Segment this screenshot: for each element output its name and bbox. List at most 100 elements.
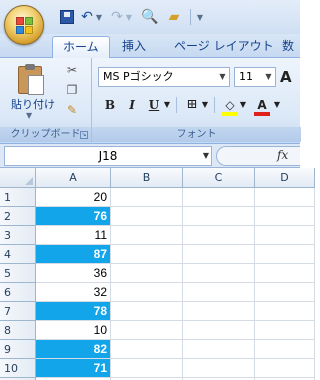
undo-icon[interactable]: ↶	[80, 7, 94, 27]
font-size-combo[interactable]: 11 ▼	[234, 67, 276, 87]
tab-formulas[interactable]: 数式	[282, 36, 300, 74]
font-name-combo[interactable]: MS Pゴシック ▼	[98, 67, 230, 87]
grow-font-icon[interactable]: A	[280, 66, 302, 88]
office-button[interactable]	[4, 5, 44, 45]
formula-input[interactable]: fx	[216, 146, 300, 166]
cell-c3[interactable]	[183, 226, 255, 245]
cell-a5[interactable]: 36	[36, 264, 111, 283]
print-preview-icon[interactable]: 🔍	[140, 7, 160, 27]
cell-b7[interactable]	[111, 302, 183, 321]
fill-color-dropdown-icon[interactable]: ▼	[238, 95, 248, 115]
cell-d2[interactable]	[255, 207, 315, 226]
cell-b10[interactable]	[111, 359, 183, 378]
column-header-a[interactable]: A	[36, 168, 111, 188]
italic-button[interactable]: I	[122, 95, 142, 115]
cut-icon[interactable]: ✂	[64, 62, 80, 78]
tab-page-layout[interactable]: ページ レイアウト	[174, 36, 274, 58]
cell-a7[interactable]: 78	[36, 302, 111, 321]
cell-b3[interactable]	[111, 226, 183, 245]
cell-a6[interactable]: 32	[36, 283, 111, 302]
redo-icon[interactable]: ↷	[110, 7, 124, 27]
clipboard-launcher-icon[interactable]: ↘	[80, 131, 88, 139]
underline-dropdown-icon[interactable]: ▼	[162, 95, 172, 115]
font-separator	[176, 97, 177, 113]
cell-b6[interactable]	[111, 283, 183, 302]
fill-color-swatch	[222, 112, 238, 116]
cell-a2[interactable]: 76	[36, 207, 111, 226]
font-size-value: 11	[239, 70, 253, 83]
cell-c7[interactable]	[183, 302, 255, 321]
column-header-d[interactable]: D	[255, 168, 315, 188]
cell-a3[interactable]: 11	[36, 226, 111, 245]
worksheet-grid[interactable]: ABCD 120276311487536632778810982107111	[0, 168, 315, 380]
format-painter-icon[interactable]: ✎	[64, 102, 80, 118]
cell-b2[interactable]	[111, 207, 183, 226]
redo-dropdown-icon[interactable]: ▼	[124, 7, 134, 27]
open-folder-icon[interactable]: ▰	[164, 7, 184, 27]
cell-c8[interactable]	[183, 321, 255, 340]
save-icon[interactable]	[58, 7, 76, 27]
cell-b8[interactable]	[111, 321, 183, 340]
cell-a1[interactable]: 20	[36, 188, 111, 207]
cell-b5[interactable]	[111, 264, 183, 283]
borders-dropdown-icon[interactable]: ▼	[200, 95, 210, 115]
cell-d10[interactable]	[255, 359, 315, 378]
name-box[interactable]: J18 ▼	[4, 146, 212, 166]
underline-button[interactable]: U	[144, 95, 164, 115]
cell-d3[interactable]	[255, 226, 315, 245]
paste-label: 貼り付け	[11, 98, 55, 111]
cell-b1[interactable]	[111, 188, 183, 207]
borders-icon[interactable]: ⊞	[182, 95, 202, 115]
font-group: MS Pゴシック ▼ 11 ▼ A B I U ▼ ⊞ ▼ ◇ ▼ A ▼ フォ…	[92, 58, 302, 144]
cell-c1[interactable]	[183, 188, 255, 207]
row-header[interactable]: 1	[0, 188, 36, 207]
cell-c10[interactable]	[183, 359, 255, 378]
column-header-b[interactable]: B	[111, 168, 183, 188]
cell-a8[interactable]: 10	[36, 321, 111, 340]
row-header[interactable]: 5	[0, 264, 36, 283]
cell-c6[interactable]	[183, 283, 255, 302]
cell-d7[interactable]	[255, 302, 315, 321]
column-header-c[interactable]: C	[183, 168, 255, 188]
cell-a10[interactable]: 71	[36, 359, 111, 378]
copy-icon[interactable]: ❐	[64, 82, 80, 98]
name-box-value: J18	[98, 149, 118, 163]
cell-d1[interactable]	[255, 188, 315, 207]
select-all-corner[interactable]	[0, 168, 36, 188]
font-color-dropdown-icon[interactable]: ▼	[272, 95, 282, 115]
cell-d6[interactable]	[255, 283, 315, 302]
paste-icon	[18, 64, 44, 95]
tab-home[interactable]: ホーム	[52, 36, 110, 59]
customize-qat-icon[interactable]: ▼	[195, 7, 205, 27]
cell-c4[interactable]	[183, 245, 255, 264]
row-header[interactable]: 8	[0, 321, 36, 340]
cell-d8[interactable]	[255, 321, 315, 340]
cell-d4[interactable]	[255, 245, 315, 264]
insert-function-icon[interactable]: fx	[277, 148, 288, 162]
row-header[interactable]: 4	[0, 245, 36, 264]
cell-a9[interactable]: 82	[36, 340, 111, 359]
font-name-dropdown-icon[interactable]: ▼	[216, 68, 229, 86]
cell-b4[interactable]	[111, 245, 183, 264]
bold-button[interactable]: B	[100, 95, 120, 115]
undo-dropdown-icon[interactable]: ▼	[94, 7, 104, 27]
cell-c9[interactable]	[183, 340, 255, 359]
row-header[interactable]: 7	[0, 302, 36, 321]
name-box-dropdown-icon[interactable]: ▼	[203, 147, 209, 165]
paste-button[interactable]: 貼り付け ▼	[4, 60, 56, 120]
cell-c2[interactable]	[183, 207, 255, 226]
qat-separator	[190, 9, 191, 25]
row-header[interactable]: 9	[0, 340, 36, 359]
cell-c5[interactable]	[183, 264, 255, 283]
tab-insert[interactable]: 挿入	[122, 36, 146, 58]
formula-bar: J18 ▼ fx	[0, 144, 300, 168]
cell-d5[interactable]	[255, 264, 315, 283]
row-header[interactable]: 2	[0, 207, 36, 226]
row-header[interactable]: 3	[0, 226, 36, 245]
cell-a4[interactable]: 87	[36, 245, 111, 264]
row-header[interactable]: 10	[0, 359, 36, 378]
cell-b9[interactable]	[111, 340, 183, 359]
cell-d9[interactable]	[255, 340, 315, 359]
font-size-dropdown-icon[interactable]: ▼	[262, 68, 275, 86]
row-header[interactable]: 6	[0, 283, 36, 302]
